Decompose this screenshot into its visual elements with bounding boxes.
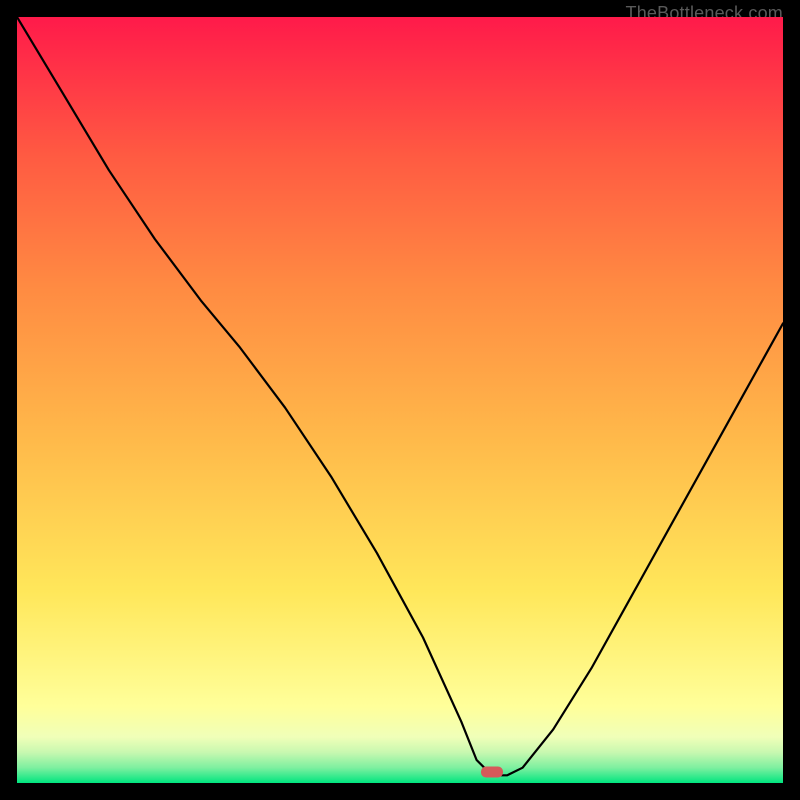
optimal-marker (481, 766, 503, 777)
chart-svg (17, 17, 783, 783)
gradient-background (17, 17, 783, 783)
chart-frame: TheBottleneck.com (17, 17, 783, 783)
